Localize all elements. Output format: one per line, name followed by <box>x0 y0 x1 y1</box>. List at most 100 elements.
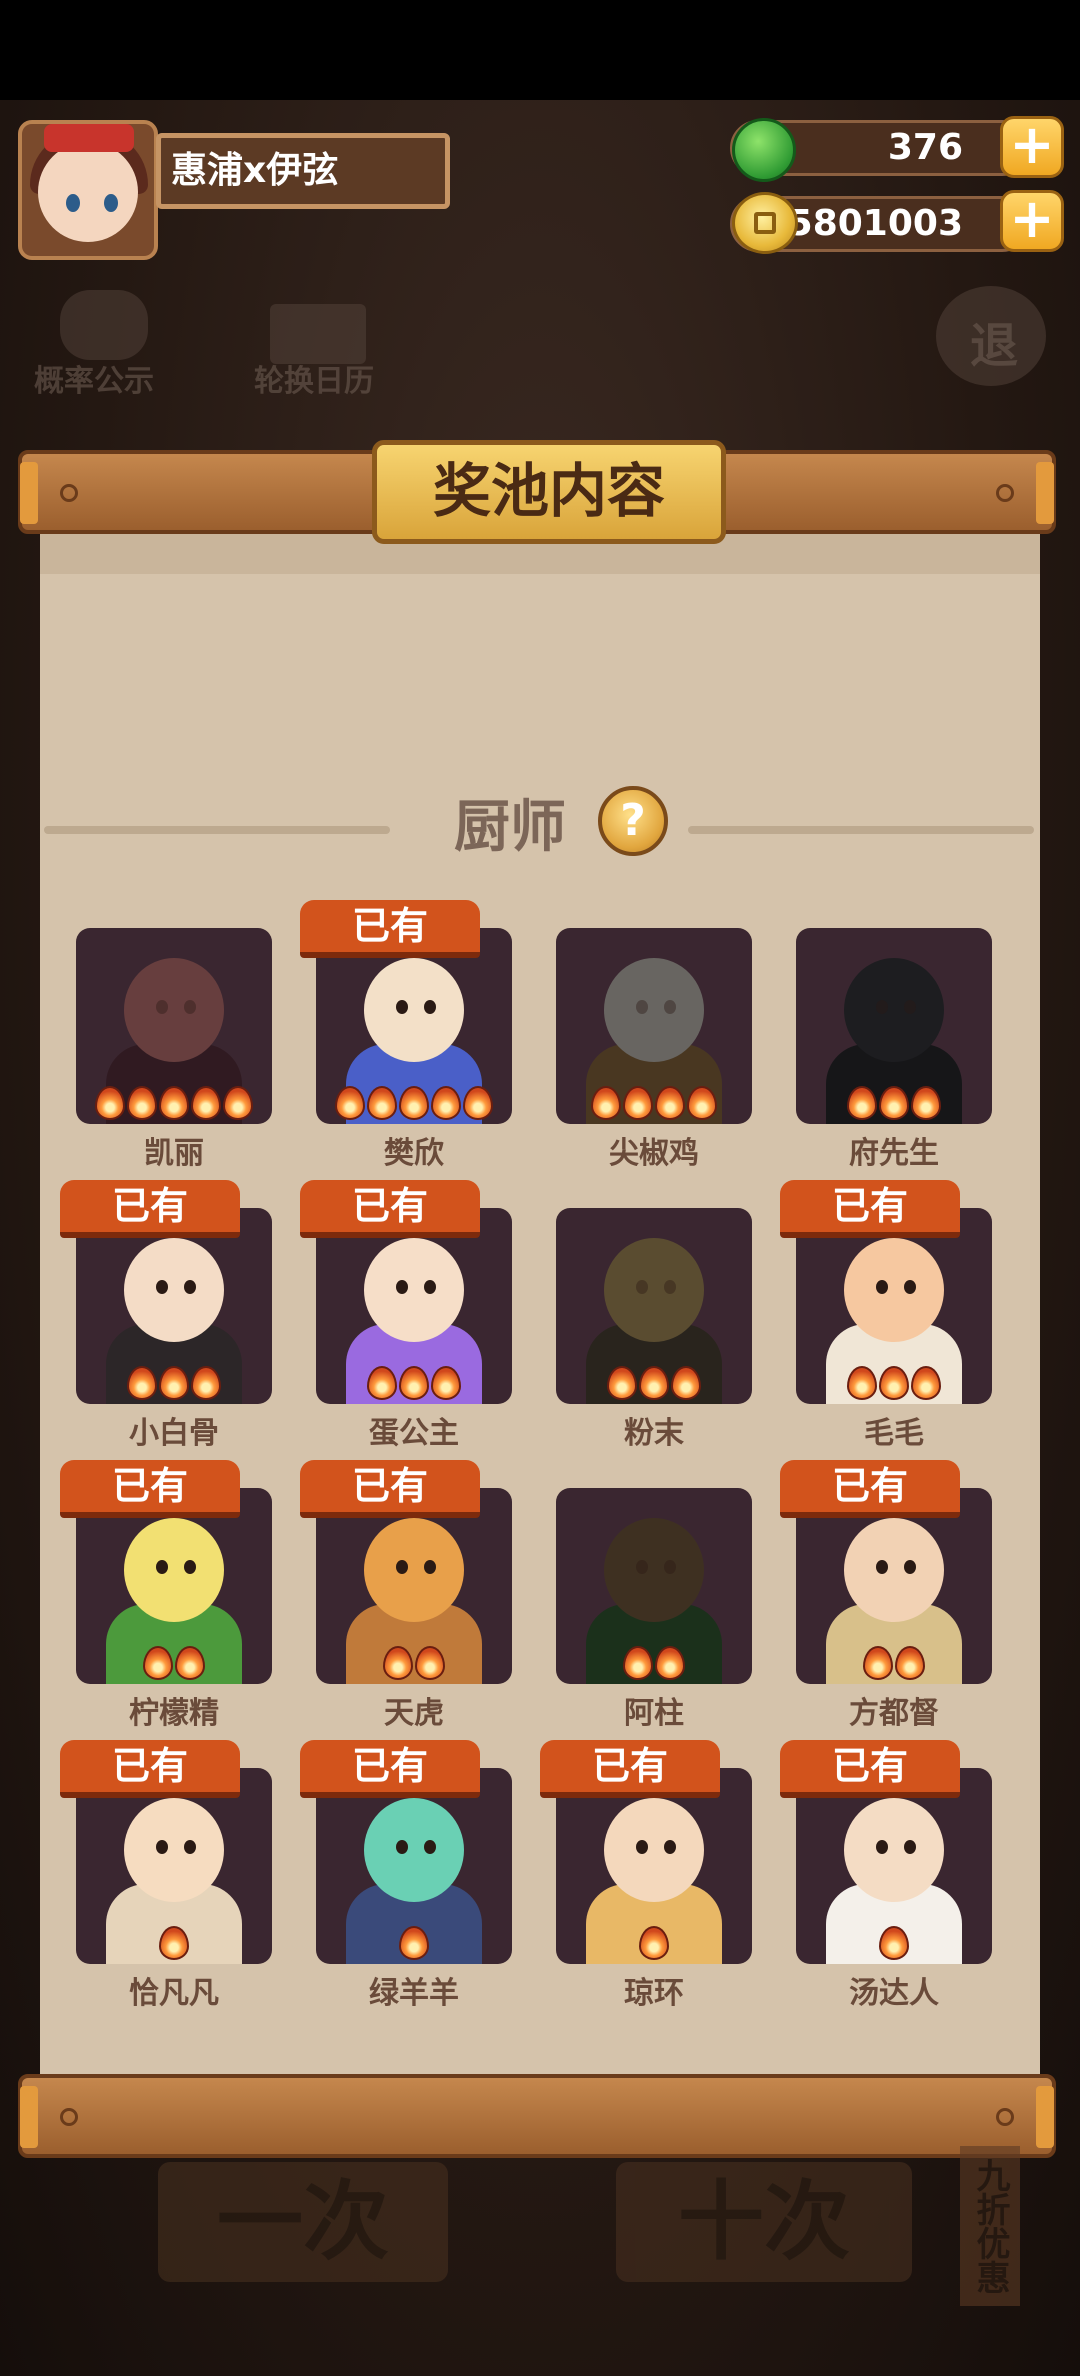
chef-card[interactable] <box>796 928 992 1124</box>
section-divider-right <box>688 826 1034 834</box>
rarity-flames <box>556 1926 752 1960</box>
flame-icon <box>911 1366 941 1400</box>
chef-portrait <box>364 1518 464 1622</box>
flame-icon <box>127 1366 157 1400</box>
chef-eye-left <box>876 1560 888 1574</box>
owned-badge: 已有 <box>300 1180 480 1238</box>
rarity-flames <box>316 1366 512 1400</box>
chef-name: 柠檬精 <box>129 1696 219 1731</box>
flame-icon <box>223 1086 253 1120</box>
flame-icon <box>847 1086 877 1120</box>
board-cap-left <box>20 2086 38 2148</box>
chef-eye-right <box>904 1840 916 1854</box>
add-coin-button[interactable]: + <box>1000 190 1064 252</box>
rarity-flames <box>556 1366 752 1400</box>
rarity-flames <box>316 1646 512 1680</box>
flame-icon <box>159 1926 189 1960</box>
chef-eye-right <box>184 1280 196 1294</box>
owned-badge: 已有 <box>780 1460 960 1518</box>
flame-icon <box>655 1646 685 1680</box>
flame-icon <box>383 1646 413 1680</box>
chef-eye-left <box>636 1840 648 1854</box>
avatar-hat <box>44 124 134 152</box>
flame-icon <box>175 1646 205 1680</box>
panel-bottom-board <box>18 2074 1056 2158</box>
flame-icon <box>367 1366 397 1400</box>
probability-label[interactable]: 概率公示 <box>34 356 154 400</box>
chef-eye-left <box>396 1000 408 1014</box>
panel-title: 奖池内容 <box>372 440 726 544</box>
chef-name: 汤达人 <box>849 1976 939 2011</box>
flame-icon <box>415 1646 445 1680</box>
draw-ten-button[interactable]: 十次 <box>616 2162 912 2282</box>
draw-once-button[interactable]: 一次 <box>158 2162 448 2282</box>
calendar-icon[interactable] <box>270 304 366 364</box>
chef-eye-left <box>876 1840 888 1854</box>
rarity-flames <box>796 1646 992 1680</box>
chef-eye-left <box>876 1280 888 1294</box>
board-cap-right <box>1036 462 1054 524</box>
add-jade-button[interactable]: + <box>1000 116 1064 178</box>
calendar-label[interactable]: 轮换日历 <box>254 356 374 400</box>
chef-portrait <box>604 1798 704 1902</box>
chef-eye-right <box>184 1840 196 1854</box>
rarity-flames <box>76 1086 272 1120</box>
chef-portrait <box>604 1518 704 1622</box>
owned-badge: 已有 <box>60 1460 240 1518</box>
chef-card[interactable] <box>76 928 272 1124</box>
flame-icon <box>399 1086 429 1120</box>
chef-card[interactable] <box>556 928 752 1124</box>
chef-portrait <box>844 1518 944 1622</box>
chef-portrait <box>364 1238 464 1342</box>
owned-badge: 已有 <box>300 900 480 958</box>
chef-name: 方都督 <box>849 1696 939 1731</box>
flame-icon <box>623 1086 653 1120</box>
flame-icon <box>191 1086 221 1120</box>
flame-icon <box>463 1086 493 1120</box>
board-cap-left <box>20 462 38 524</box>
flame-icon <box>335 1086 365 1120</box>
chef-portrait <box>124 1238 224 1342</box>
chef-portrait <box>844 1238 944 1342</box>
chef-card[interactable] <box>556 1488 752 1684</box>
chef-eye-left <box>876 1000 888 1014</box>
flame-icon <box>655 1086 685 1120</box>
chef-name: 绿羊羊 <box>369 1976 459 2011</box>
nail-left <box>60 2108 78 2126</box>
owned-badge: 已有 <box>60 1180 240 1238</box>
flame-icon <box>639 1926 669 1960</box>
rarity-flames <box>76 1366 272 1400</box>
rarity-flames <box>556 1646 752 1680</box>
chef-eye-right <box>184 1000 196 1014</box>
owned-badge: 已有 <box>780 1740 960 1798</box>
flame-icon <box>127 1086 157 1120</box>
flame-icon <box>399 1926 429 1960</box>
chef-eye-right <box>184 1560 196 1574</box>
chef-eye-left <box>156 1560 168 1574</box>
chef-name: 天虎 <box>384 1696 444 1731</box>
flame-icon <box>863 1646 893 1680</box>
chef-eye-right <box>424 1840 436 1854</box>
exit-label: 退 <box>970 318 1019 374</box>
probability-icon[interactable] <box>60 290 148 360</box>
help-icon[interactable]: ? <box>598 786 668 856</box>
flame-icon <box>879 1086 909 1120</box>
owned-badge: 已有 <box>540 1740 720 1798</box>
chef-card[interactable] <box>556 1208 752 1404</box>
flame-icon <box>671 1366 701 1400</box>
owned-badge: 已有 <box>300 1740 480 1798</box>
chef-name: 樊欣 <box>384 1136 444 1171</box>
rarity-flames <box>556 1086 752 1120</box>
flame-icon <box>143 1646 173 1680</box>
flame-icon <box>159 1086 189 1120</box>
chef-portrait <box>124 958 224 1062</box>
player-avatar[interactable] <box>18 120 158 260</box>
owned-badge: 已有 <box>300 1460 480 1518</box>
nail-right <box>996 2108 1014 2126</box>
chef-portrait <box>604 958 704 1062</box>
chef-eye-right <box>664 1840 676 1854</box>
chef-eye-left <box>156 1280 168 1294</box>
flame-icon <box>399 1366 429 1400</box>
chef-portrait <box>124 1798 224 1902</box>
flame-icon <box>95 1086 125 1120</box>
